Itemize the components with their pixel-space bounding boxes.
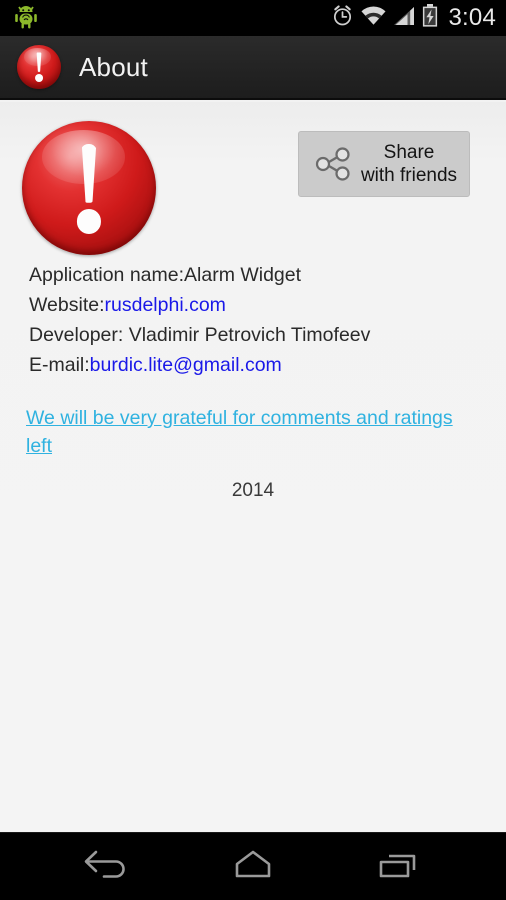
back-arrow-icon [82,847,134,886]
status-bar-system-icons: 3:04 [331,4,496,32]
status-bar-notifications [14,3,331,34]
exclamation-dot [35,74,43,82]
app-info-block: Application name:Alarm Widget Website:ru… [0,252,506,380]
info-line-email: E-mail:burdic.lite@gmail.com [29,350,506,380]
home-icon [227,847,279,886]
status-bar: 3:04 [0,0,506,36]
rate-app-link[interactable]: We will be very grateful for comments an… [26,404,480,460]
info-line-website: Website:rusdelphi.com [29,290,506,320]
android-screen: 3:04 About Share with friends Applicatio… [0,0,506,900]
navigation-bar [0,832,506,900]
recents-button[interactable] [352,838,444,896]
recent-apps-icon [372,847,424,886]
info-value-developer: Vladimir Petrovich Timofeev [128,324,371,346]
email-link[interactable]: burdic.lite@gmail.com [90,354,282,376]
info-label-email: E-mail: [29,354,90,376]
android-bug-icon [14,3,38,34]
alarm-clock-icon [331,4,354,32]
status-bar-clock: 3:04 [448,4,496,31]
app-icon[interactable] [17,45,61,89]
about-content: Share with friends Application name:Alar… [0,102,506,832]
share-button-label: Share with friends [355,141,469,187]
info-line-app-name: Application name:Alarm Widget [29,260,506,290]
info-label-app-name: Application name: [29,264,185,286]
exclamation-stroke [81,143,97,203]
home-button[interactable] [207,838,299,896]
copyright-year: 2014 [231,480,275,501]
exclamation-dot [76,209,102,234]
battery-charging-icon [422,4,438,32]
share-icon [311,142,355,186]
share-with-friends-button[interactable]: Share with friends [298,131,470,197]
cellular-signal-icon [393,6,415,31]
website-link[interactable]: rusdelphi.com [105,294,226,316]
app-logo-icon [22,121,156,255]
page-title: About [79,51,148,82]
share-button-line1: Share [383,142,435,163]
exclamation-stroke [36,52,42,72]
info-label-developer: Developer: [29,324,129,346]
wifi-icon [361,6,387,31]
info-line-developer: Developer: Vladimir Petrovich Timofeev [29,320,506,350]
info-label-website: Website: [29,294,105,316]
action-bar: About [0,36,506,100]
back-button[interactable] [62,838,154,896]
hero-row: Share with friends [0,102,506,255]
info-value-app-name: Alarm Widget [184,264,302,286]
share-button-line2: with friends [360,165,458,186]
